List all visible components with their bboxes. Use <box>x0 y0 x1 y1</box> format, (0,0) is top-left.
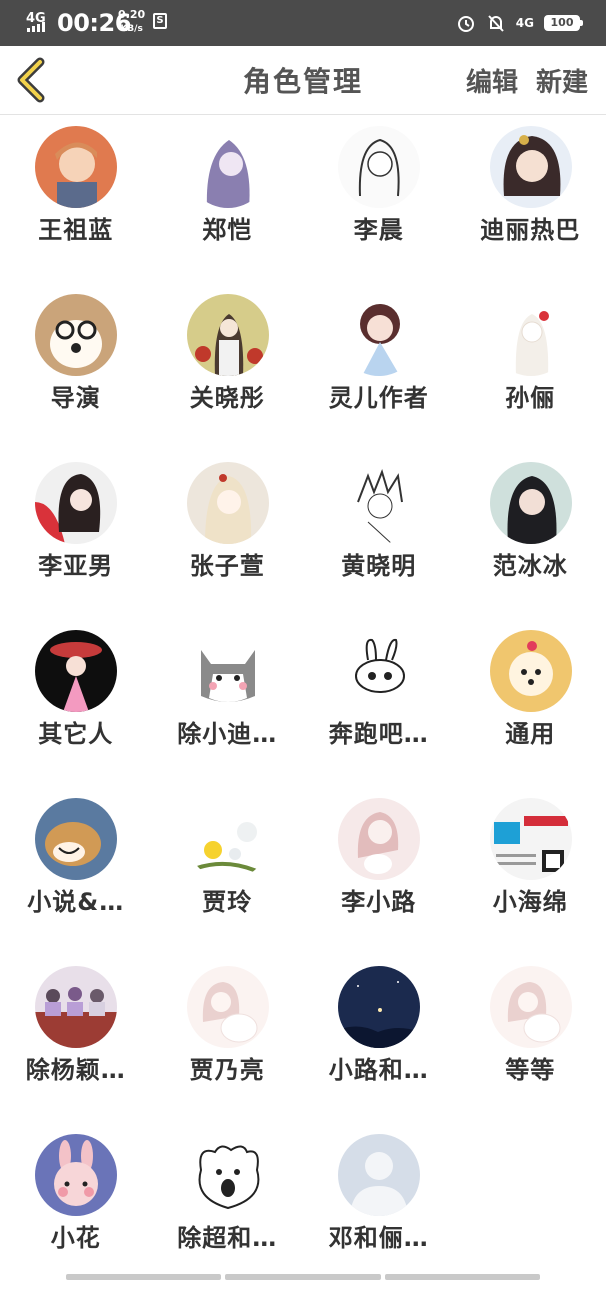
role-name: 王祖蓝 <box>0 210 152 245</box>
role-name: 等等 <box>455 1050 606 1085</box>
role-name: 通用 <box>455 714 606 749</box>
role-name: 小海绵 <box>455 882 606 917</box>
role-name: 除超和… <box>152 1218 304 1253</box>
role-name: 导演 <box>0 378 152 413</box>
avatar-group-photo-icon <box>35 966 117 1048</box>
signal-bars-icon <box>26 22 46 32</box>
role-item[interactable]: 李晨 <box>303 126 455 294</box>
role-name: 小说&… <box>0 882 152 917</box>
avatar-pink-bunny-icon <box>35 1134 117 1216</box>
role-name: 除杨颖… <box>0 1050 152 1085</box>
mute-bell-icon <box>486 13 506 33</box>
role-item[interactable]: 小路和… <box>303 966 455 1134</box>
avatar-sketch-girl-icon <box>338 126 420 208</box>
avatar-dog-glasses-icon <box>35 294 117 376</box>
avatar-night-sky-icon <box>338 966 420 1048</box>
avatar-pastel-couple-icon <box>187 966 269 1048</box>
role-grid: 王祖蓝郑恺李晨迪丽热巴导演关晓彤灵儿作者孙俪李亚男张子萱黄晓明范冰冰其它人除小迪… <box>0 126 606 1302</box>
role-item[interactable]: 除小迪… <box>152 630 304 798</box>
screenshot-icon: S <box>153 13 167 29</box>
role-name: 贾玲 <box>152 882 304 917</box>
avatar-poodle-icon <box>490 630 572 712</box>
avatar-chibi-girl-icon <box>338 294 420 376</box>
role-name: 小路和… <box>303 1050 455 1085</box>
role-name: 小花 <box>0 1218 152 1253</box>
role-name: 贾乃亮 <box>152 1050 304 1085</box>
avatar-cat-cartoon-icon <box>187 630 269 712</box>
avatar-sketch-boy-icon <box>338 462 420 544</box>
role-item[interactable]: 李亚男 <box>0 462 152 630</box>
avatar-white-girl-icon <box>490 294 572 376</box>
avatar-default-person-icon <box>338 1134 420 1216</box>
role-item[interactable]: 郑恺 <box>152 126 304 294</box>
role-name: 郑恺 <box>152 210 304 245</box>
alarm-icon <box>456 13 476 33</box>
avatar-woman-photo-icon <box>490 462 572 544</box>
speed-value: 0.20 <box>118 8 145 21</box>
role-name: 其它人 <box>0 714 152 749</box>
role-item[interactable]: 贾玲 <box>152 798 304 966</box>
role-item[interactable]: 其它人 <box>0 630 152 798</box>
role-item[interactable]: 黄晓明 <box>303 462 455 630</box>
scroll-indicator <box>66 1274 540 1280</box>
role-name: 迪丽热巴 <box>455 210 606 245</box>
avatar-pastel-girl-icon <box>338 798 420 880</box>
avatar-pastel-couple-2-icon <box>490 966 572 1048</box>
avatar-red-girl-icon <box>35 462 117 544</box>
role-item[interactable]: 李小路 <box>303 798 455 966</box>
role-item[interactable]: 通用 <box>455 630 606 798</box>
avatar-rabbit-doodle-icon <box>338 630 420 712</box>
avatar-poster-icon <box>490 798 572 880</box>
role-name: 灵儿作者 <box>303 378 455 413</box>
role-name: 孙俪 <box>455 378 606 413</box>
avatar-shiba-dog-icon <box>35 798 117 880</box>
create-button[interactable]: 新建 <box>536 62 588 99</box>
network-speed: 0.20 KB/s <box>118 8 145 36</box>
status-bar: 4G 00:26 0.20 KB/s S 4G 100 <box>0 0 606 46</box>
role-name: 李亚男 <box>0 546 152 581</box>
role-item[interactable]: 王祖蓝 <box>0 126 152 294</box>
avatar-yellow-flower-icon <box>187 798 269 880</box>
avatar-girl-flowers-icon <box>187 294 269 376</box>
role-name: 关晓彤 <box>152 378 304 413</box>
status-icons: 4G 100 <box>456 10 580 36</box>
role-item[interactable]: 除杨颖… <box>0 966 152 1134</box>
avatar-white-dog-doodle-icon <box>187 1134 269 1216</box>
role-item[interactable]: 关晓彤 <box>152 294 304 462</box>
speed-unit: KB/s <box>120 24 142 34</box>
edit-button[interactable]: 编辑 <box>466 62 518 99</box>
avatar-pink-doll-icon <box>35 630 117 712</box>
role-item[interactable]: 奔跑吧… <box>303 630 455 798</box>
role-item[interactable]: 孙俪 <box>455 294 606 462</box>
role-name: 张子萱 <box>152 546 304 581</box>
role-item[interactable]: 范冰冰 <box>455 462 606 630</box>
avatar-purple-hair-icon <box>187 126 269 208</box>
role-item[interactable]: 小说&… <box>0 798 152 966</box>
signal-4g: 4G <box>516 16 534 30</box>
role-item[interactable]: 等等 <box>455 966 606 1134</box>
role-name: 范冰冰 <box>455 546 606 581</box>
role-name: 奔跑吧… <box>303 714 455 749</box>
role-item[interactable]: 小海绵 <box>455 798 606 966</box>
role-name: 除小迪… <box>152 714 304 749</box>
role-name: 邓和俪… <box>303 1218 455 1253</box>
role-item[interactable]: 张子萱 <box>152 462 304 630</box>
role-name: 李小路 <box>303 882 455 917</box>
avatar-boy-anime-icon <box>35 126 117 208</box>
battery-icon: 100 <box>544 15 580 31</box>
app-header: 角色管理 编辑 新建 <box>0 46 606 115</box>
role-item[interactable]: 贾乃亮 <box>152 966 304 1134</box>
role-item[interactable]: 灵儿作者 <box>303 294 455 462</box>
role-name: 李晨 <box>303 210 455 245</box>
role-name: 黄晓明 <box>303 546 455 581</box>
role-item[interactable]: 迪丽热巴 <box>455 126 606 294</box>
avatar-blonde-girl-icon <box>187 462 269 544</box>
avatar-anime-girl-icon <box>490 126 572 208</box>
role-item[interactable]: 导演 <box>0 294 152 462</box>
